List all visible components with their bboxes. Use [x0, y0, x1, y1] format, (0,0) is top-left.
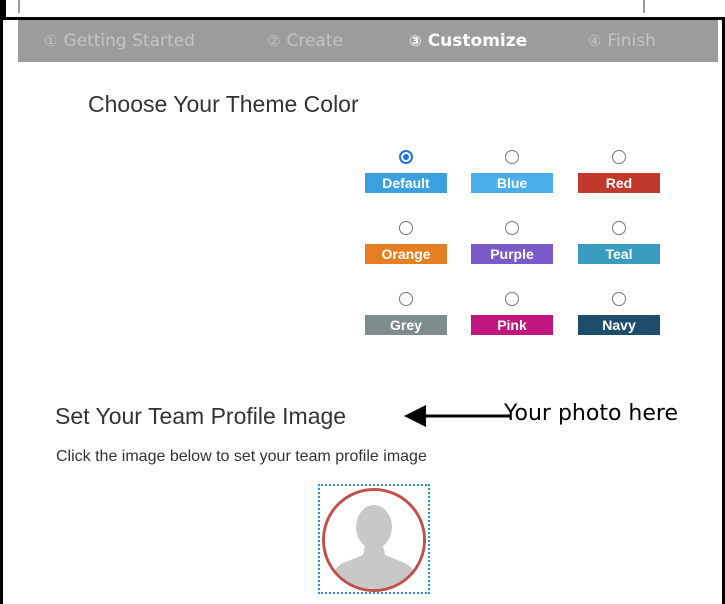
theme-chip-purple[interactable]: Purple	[471, 244, 553, 264]
theme-chip-grey[interactable]: Grey	[365, 315, 447, 335]
theme-option-blue[interactable]: Blue	[471, 150, 553, 193]
theme-radio-blue[interactable]	[505, 150, 519, 164]
profile-instruction: Click the image below to set your team p…	[56, 448, 427, 465]
step-create[interactable]: ② Create	[267, 20, 343, 62]
theme-option-purple[interactable]: Purple	[471, 221, 553, 264]
step-label: Finish	[607, 31, 656, 51]
top-border-strip	[3, 0, 725, 20]
theme-option-red[interactable]: Red	[578, 150, 660, 193]
theme-option-grey[interactable]: Grey	[365, 292, 447, 335]
step-number: ②	[267, 32, 281, 50]
customize-panel: Choose Your Theme Color Default Blue Red…	[18, 62, 718, 604]
wizard-steps-bar: ① Getting Started ② Create ③ Customize ④ Fin…	[18, 20, 718, 62]
annotation-label: Your photo here	[504, 401, 678, 426]
theme-chip-orange[interactable]: Orange	[365, 244, 447, 264]
theme-radio-grey[interactable]	[399, 292, 413, 306]
profile-section-title: Set Your Team Profile Image	[55, 403, 347, 429]
step-number: ③	[409, 32, 422, 50]
theme-radio-navy[interactable]	[612, 292, 626, 306]
theme-chip-red[interactable]: Red	[578, 173, 660, 193]
divider	[18, 0, 20, 13]
step-number: ①	[44, 32, 58, 50]
theme-option-pink[interactable]: Pink	[471, 292, 553, 335]
theme-chip-teal[interactable]: Teal	[578, 244, 660, 264]
theme-option-orange[interactable]: Orange	[365, 221, 447, 264]
theme-radio-orange[interactable]	[399, 221, 413, 235]
theme-section-title: Choose Your Theme Color	[88, 91, 359, 117]
profile-image-circle[interactable]	[322, 488, 426, 592]
profile-image-picker[interactable]	[318, 484, 430, 594]
theme-chip-pink[interactable]: Pink	[471, 315, 553, 335]
theme-radio-purple[interactable]	[505, 221, 519, 235]
theme-radio-pink[interactable]	[505, 292, 519, 306]
theme-chip-default[interactable]: Default	[365, 173, 447, 193]
step-number: ④	[588, 32, 602, 50]
theme-radio-teal[interactable]	[612, 221, 626, 235]
theme-radio-red[interactable]	[612, 150, 626, 164]
theme-option-default[interactable]: Default	[365, 150, 447, 193]
step-customize[interactable]: ③ Customize	[409, 20, 527, 62]
step-getting-started[interactable]: ① Getting Started	[44, 20, 195, 62]
person-silhouette-icon	[325, 491, 423, 589]
theme-option-navy[interactable]: Navy	[578, 292, 660, 335]
step-label: Create	[286, 31, 343, 51]
theme-chip-blue[interactable]: Blue	[471, 173, 553, 193]
theme-chip-navy[interactable]: Navy	[578, 315, 660, 335]
annotation-arrow-icon	[404, 405, 510, 427]
theme-option-teal[interactable]: Teal	[578, 221, 660, 264]
step-finish[interactable]: ④ Finish	[588, 20, 656, 62]
theme-radio-default[interactable]	[399, 150, 413, 164]
divider	[643, 0, 645, 13]
step-label: Getting Started	[63, 31, 195, 51]
window-frame: ① Getting Started ② Create ③ Customize ④ Fin…	[0, 0, 725, 604]
step-label: Customize	[427, 31, 528, 51]
